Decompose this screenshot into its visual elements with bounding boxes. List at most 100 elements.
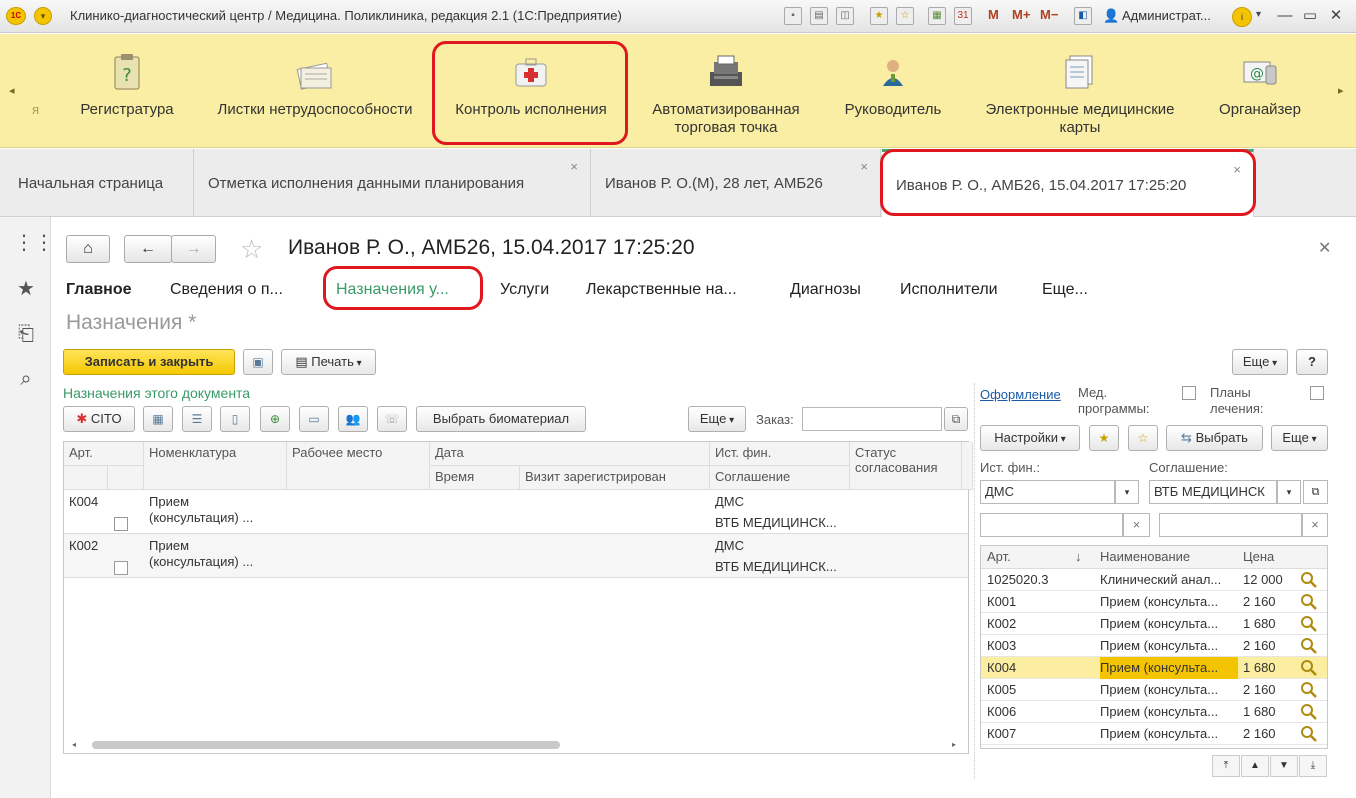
list-item[interactable]: К006 Прием (консульта... 1 680 — [981, 701, 1327, 723]
preview-icon[interactable]: ◫ — [836, 7, 854, 25]
agreement-open-icon[interactable]: ⧉ — [1303, 480, 1328, 504]
save-close-button[interactable]: Записать и закрыть — [63, 349, 235, 375]
save-icon[interactable]: ▣ — [243, 349, 273, 375]
first-page-icon[interactable]: ⤒ — [1212, 755, 1240, 777]
grid-menu-icon[interactable]: ⋮⋮ — [14, 231, 54, 255]
print-button[interactable]: ▤ Печать ▾ — [281, 349, 376, 375]
scroll-left-icon[interactable]: ◂ — [9, 84, 15, 97]
close-window-button[interactable]: ✕ — [1326, 6, 1346, 26]
table-row[interactable]: К002 Прием (консультация) ... ДМС ВТБ МЕ… — [64, 534, 968, 578]
list-item[interactable]: К003 Прием (консульта... 2 160 — [981, 635, 1327, 657]
cito-button[interactable]: ✱ CITO — [63, 406, 135, 432]
memory-plus-button[interactable]: M+ — [1012, 7, 1030, 22]
more-button[interactable]: Еще ▾ — [1232, 349, 1288, 375]
add-favorite-icon[interactable]: ★ — [870, 7, 888, 25]
next-page-icon[interactable]: ▼ — [1270, 755, 1298, 777]
col-fin-source[interactable]: Ист. фин. — [710, 442, 850, 466]
add-document-icon[interactable]: ⊕ — [260, 406, 290, 432]
magnifier-icon[interactable] — [1300, 681, 1318, 699]
col-visit[interactable]: Визит зарегистрирован — [520, 466, 710, 490]
forward-button[interactable]: → — [171, 235, 216, 263]
form-close-icon[interactable]: ✕ — [1318, 238, 1331, 258]
close-icon[interactable]: × — [860, 159, 868, 174]
treatment-plans-checkbox[interactable] — [1310, 386, 1324, 400]
agreement-dropdown-icon[interactable]: ▾ — [1277, 480, 1301, 504]
list-item[interactable]: 1025020.3 Клинический анал... 12 000 — [981, 569, 1327, 591]
magnifier-icon[interactable] — [1300, 659, 1318, 677]
right-more-button[interactable]: Еще ▾ — [1271, 425, 1328, 451]
section-emr[interactable]: Электронные медицинские карты — [974, 34, 1186, 148]
tab-home[interactable]: Начальная страница — [4, 149, 194, 217]
col-workplace[interactable]: Рабочее место — [287, 442, 430, 490]
user-name[interactable]: Администрат... — [1122, 8, 1211, 23]
document-icon[interactable]: ▯ — [220, 406, 250, 432]
close-icon[interactable]: × — [570, 159, 578, 174]
table-icon[interactable]: ▦ — [143, 406, 173, 432]
list-item[interactable]: К001 Прием (консульта... 2 160 — [981, 591, 1327, 613]
calendar-icon[interactable]: 31 — [954, 7, 972, 25]
magnifier-icon[interactable] — [1300, 615, 1318, 633]
magnifier-icon[interactable] — [1300, 571, 1318, 589]
agreement-input[interactable]: ВТБ МЕДИЦИНСК — [1149, 480, 1277, 504]
star-edit-icon[interactable]: ☆ — [1128, 425, 1158, 451]
table-row[interactable]: К004 Прием (консультация) ... ДМС ВТБ МЕ… — [64, 490, 968, 534]
row-checkbox[interactable] — [114, 561, 128, 575]
section-registratura[interactable]: ? Регистратура — [70, 34, 184, 148]
col-agreement[interactable]: Соглашение — [710, 466, 850, 490]
select-button[interactable]: ⇆ Выбрать — [1166, 425, 1263, 451]
calculator-icon[interactable]: ▦ — [928, 7, 946, 25]
table-more-button[interactable]: Еще ▾ — [688, 406, 746, 432]
nav-more[interactable]: Еще... — [1042, 281, 1088, 299]
choose-biomaterial-button[interactable]: Выбрать биоматериал — [416, 406, 586, 432]
search-icon[interactable]: ⌕ — [14, 367, 38, 391]
magnifier-icon[interactable] — [1300, 593, 1318, 611]
star-icon[interactable]: ★ — [14, 277, 38, 301]
list-item[interactable]: К005 Прием (консульта... 2 160 — [981, 679, 1327, 701]
filter-input-2[interactable] — [1159, 513, 1302, 537]
settings-button[interactable]: Настройки ▾ — [980, 425, 1080, 451]
col-price[interactable]: Цена — [1243, 549, 1274, 564]
menu-icon[interactable]: ▾ — [34, 7, 52, 25]
card-icon[interactable]: ▭ — [299, 406, 329, 432]
magnifier-icon[interactable] — [1300, 637, 1318, 655]
design-link[interactable]: Оформление — [980, 387, 1061, 402]
maximize-button[interactable]: ▭ — [1300, 6, 1320, 26]
prev-page-icon[interactable]: ▲ — [1241, 755, 1269, 777]
fin-dropdown-icon[interactable]: ▾ — [1115, 480, 1139, 504]
magnifier-icon[interactable] — [1300, 725, 1318, 743]
open-icon[interactable]: ⧉ — [944, 407, 968, 431]
col-nomenclature[interactable]: Номенклатура — [144, 442, 287, 490]
col-art[interactable]: Арт. — [64, 442, 144, 466]
database-icon[interactable]: ☰ — [182, 406, 212, 432]
history-icon[interactable]: ⎗ — [14, 322, 38, 346]
phone-icon[interactable]: ☏ — [377, 406, 407, 432]
nav-services[interactable]: Услуги — [500, 281, 549, 299]
section-sick-leave[interactable]: Листки нетрудоспособности — [206, 34, 424, 148]
section-pos[interactable]: Автоматизированная торговая точка — [640, 34, 812, 148]
panels-icon[interactable]: ◧ — [1074, 7, 1092, 25]
sort-arrow-icon[interactable]: ↓ — [1075, 549, 1082, 564]
med-programs-checkbox[interactable] — [1182, 386, 1196, 400]
favorite-star-icon[interactable]: ☆ — [240, 235, 263, 263]
fin-source-input[interactable]: ДМС — [980, 480, 1115, 504]
col-name[interactable]: Наименование — [1100, 549, 1190, 564]
info-icon[interactable]: i — [1232, 7, 1252, 27]
col-art[interactable]: Арт. — [987, 549, 1011, 564]
magnifier-icon[interactable] — [1300, 703, 1318, 721]
nav-main[interactable]: Главное — [66, 281, 132, 299]
clear-icon[interactable]: × — [1302, 513, 1328, 537]
section-organizer[interactable]: @ Органайзер — [1206, 34, 1314, 148]
filter-input-1[interactable] — [980, 513, 1123, 537]
col-date[interactable]: Дата — [430, 442, 710, 466]
home-button[interactable]: ⌂ — [66, 235, 110, 263]
scroll-right-icon[interactable]: ▸ — [1338, 84, 1344, 97]
clear-icon[interactable]: × — [1123, 513, 1150, 537]
add-star-icon[interactable]: ★ — [1089, 425, 1119, 451]
back-button[interactable]: ← — [124, 235, 172, 263]
memory-button[interactable]: M — [988, 7, 999, 22]
memory-minus-button[interactable]: M− — [1040, 7, 1058, 22]
minimize-button[interactable]: — — [1275, 6, 1295, 26]
col-status[interactable]: Статус согласования — [850, 442, 962, 490]
favorites-icon[interactable]: ☆ — [896, 7, 914, 25]
list-item[interactable]: К007 Прием (консульта... 2 160 — [981, 723, 1327, 745]
